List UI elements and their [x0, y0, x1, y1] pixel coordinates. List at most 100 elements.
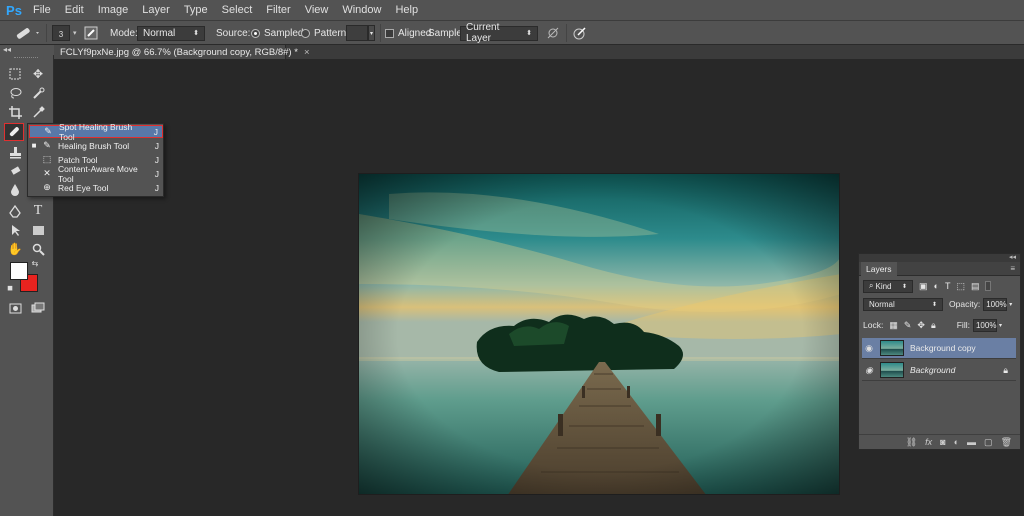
chevron-down-icon: ▾ [73, 30, 77, 37]
link-layers-icon[interactable]: ⛓ [906, 437, 917, 448]
panel-collapse-button[interactable]: ◂◂ [859, 254, 1020, 262]
chevron-down-icon[interactable]: ▾ [999, 322, 1002, 329]
layer-thumbnail [880, 362, 904, 378]
checkbox-icon [385, 28, 394, 38]
brush-panel-toggle[interactable] [84, 25, 100, 41]
mode-label: Mode: [110, 27, 138, 39]
filter-pixel-icon[interactable]: ▣ [919, 281, 928, 292]
menu-layer[interactable]: Layer [135, 4, 177, 16]
quick-selection-tool-icon[interactable] [28, 84, 48, 102]
menu-view[interactable]: View [298, 4, 336, 16]
crop-tool-icon[interactable] [5, 103, 25, 121]
adjustment-layer-icon[interactable]: ◐ [954, 437, 959, 447]
default-colors-icon[interactable]: ◼ [5, 283, 15, 293]
menu-filter[interactable]: Filter [259, 4, 297, 16]
menu-select[interactable]: Select [215, 4, 260, 16]
clone-stamp-tool-icon[interactable] [5, 143, 25, 161]
rectangle-tool-icon[interactable] [28, 221, 48, 239]
panel-menu-icon[interactable]: ≡ [1010, 264, 1015, 273]
lock-label: Lock: [863, 320, 884, 330]
flyout-item-red-eye[interactable]: ⊕ Red Eye Tool J [29, 181, 163, 194]
menu-image[interactable]: Image [91, 4, 136, 16]
filter-adjustment-icon[interactable]: ◐ [934, 281, 939, 291]
lasso-tool-icon[interactable] [5, 84, 25, 102]
mode-dropdown[interactable]: Normal ⬍ [137, 25, 205, 41]
fill-value: 100% [975, 320, 997, 330]
lock-transparent-icon[interactable]: ▦ [889, 320, 898, 331]
menu-edit[interactable]: Edit [58, 4, 91, 16]
toolbar-grip[interactable] [14, 57, 38, 59]
menu-type[interactable]: Type [177, 4, 215, 16]
aligned-label: Aligned [398, 27, 432, 39]
brush-size-value: 3 [52, 25, 70, 41]
brush-size-picker[interactable]: 3 ▾ [52, 25, 77, 41]
document-tab[interactable]: FCLYf9pxNe.jpg @ 66.7% (Background copy,… [54, 45, 310, 59]
screen-mode-icon[interactable] [28, 299, 48, 317]
zoom-tool-icon[interactable] [28, 240, 48, 258]
lock-all-icon[interactable]: 🔒︎ [931, 320, 936, 331]
visibility-eye-icon[interactable]: ◉ [862, 365, 876, 376]
foreground-color-swatch[interactable] [10, 262, 28, 280]
pen-tool-icon[interactable] [5, 202, 25, 220]
spot-healing-brush-icon: ✎ [44, 126, 52, 136]
ignore-adjustment-icon [547, 27, 559, 39]
patch-tool-icon: ⬚ [42, 154, 52, 164]
sample-dropdown[interactable]: Current Layer ⬍ [460, 22, 538, 44]
filter-toggle-switch[interactable] [985, 281, 992, 291]
menu-help[interactable]: Help [388, 4, 425, 16]
opacity-label: Opacity: [949, 299, 981, 309]
layer-filter-dropdown[interactable]: ⌕ Kind ⬍ [863, 279, 913, 293]
marquee-tool-icon[interactable] [5, 65, 25, 83]
lock-position-icon[interactable]: ✥ [917, 320, 925, 331]
layer-row-background[interactable]: ◉ Background 🔒︎ [862, 360, 1016, 381]
tool-preset-picker[interactable] [12, 25, 42, 41]
swap-colors-icon[interactable]: ⇆ [30, 258, 40, 268]
ignore-adjustment-layers-button[interactable] [546, 25, 560, 41]
hand-tool-icon[interactable]: ✋ [5, 240, 25, 258]
eyedropper-tool-icon[interactable] [28, 103, 48, 121]
current-tool-dot-icon: ■ [31, 141, 37, 150]
filter-type-icon[interactable]: T [945, 281, 951, 291]
close-icon[interactable]: × [304, 47, 310, 58]
layer-lock-icon: 🔒︎ [1003, 364, 1008, 375]
add-mask-icon[interactable]: ◙ [940, 437, 945, 447]
source-pattern-radio[interactable]: Pattern: [301, 25, 349, 41]
source-sampled-radio[interactable]: Sampled [251, 25, 303, 41]
delete-layer-icon[interactable]: 🗑︎ [1001, 437, 1012, 448]
layer-style-icon[interactable]: fx [925, 437, 932, 447]
new-layer-icon[interactable]: ▢ [984, 437, 993, 448]
aligned-checkbox[interactable]: Aligned [385, 25, 431, 41]
move-tool-icon[interactable]: ✥ [28, 65, 48, 83]
new-group-icon[interactable]: ▬ [967, 437, 976, 447]
opacity-field[interactable]: 100% [983, 297, 1008, 311]
spot-healing-brush-tool-icon[interactable] [4, 123, 24, 141]
filter-smart-object-icon[interactable]: ▤ [971, 281, 980, 292]
type-tool-icon[interactable]: T [28, 202, 48, 220]
flyout-item-content-aware-move[interactable]: ✕ Content-Aware Move Tool J [29, 164, 163, 184]
blur-tool-icon[interactable] [5, 180, 25, 198]
lock-image-icon[interactable]: ✎ [904, 320, 912, 331]
photoshop-logo: Ps [6, 2, 22, 18]
filter-shape-icon[interactable]: ⬚ [956, 281, 965, 292]
chevron-down-icon[interactable]: ▾ [1009, 301, 1012, 308]
pattern-picker[interactable]: ▾ [346, 25, 375, 41]
visibility-eye-icon[interactable]: ◉ [862, 343, 876, 354]
flyout-item-shortcut: J [154, 154, 159, 165]
menu-file[interactable]: File [26, 4, 58, 16]
layers-panel: ◂◂ Layers ≡ ⌕ Kind ⬍ ▣ ◐ T ⬚ ▤ Normal ⬍ … [858, 253, 1021, 450]
flyout-item-healing-brush[interactable]: ■ ✎ Healing Brush Tool J [29, 139, 163, 152]
quick-mask-icon[interactable] [5, 299, 25, 317]
layers-tab[interactable]: Layers [861, 262, 897, 276]
layer-row-background-copy[interactable]: ◉ Background copy [862, 338, 1016, 359]
document-canvas[interactable] [358, 173, 840, 495]
toolbar-collapse-button[interactable]: ◂◂ [0, 45, 54, 55]
pressure-size-button[interactable] [572, 25, 588, 41]
mode-value: Normal [143, 27, 176, 39]
layer-name: Background [910, 365, 956, 375]
eraser-tool-icon[interactable] [5, 162, 25, 180]
blend-mode-dropdown[interactable]: Normal ⬍ [863, 297, 943, 311]
fill-field[interactable]: 100% [972, 318, 997, 332]
path-selection-tool-icon[interactable] [5, 221, 25, 239]
flyout-item-spot-healing-brush[interactable]: ✎ Spot Healing Brush Tool J [29, 122, 163, 142]
menu-window[interactable]: Window [335, 4, 388, 16]
